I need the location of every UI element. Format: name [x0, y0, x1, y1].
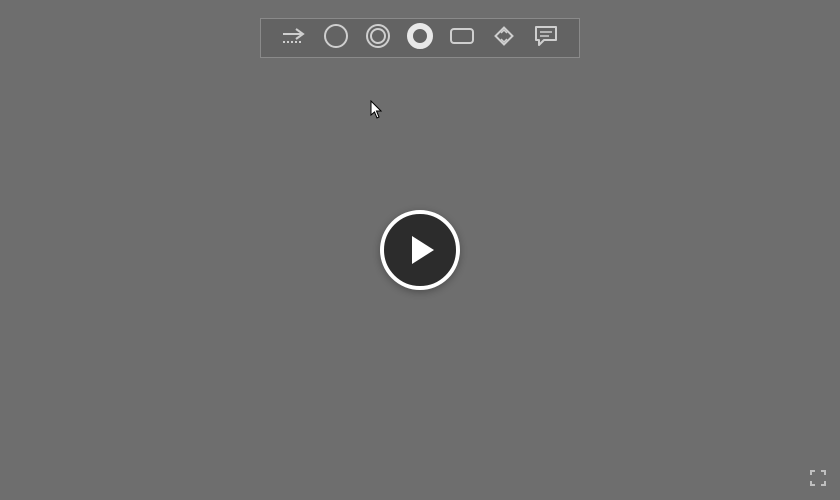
diamond-tool-button[interactable] [489, 23, 519, 53]
circle-thin-icon [322, 22, 350, 55]
circle-bold-tool-button[interactable] [405, 23, 435, 53]
rectangle-icon [448, 25, 476, 52]
circle-double-tool-button[interactable] [363, 23, 393, 53]
play-button[interactable] [380, 210, 460, 290]
fullscreen-icon [810, 470, 826, 491]
circle-double-icon [364, 22, 392, 55]
arrow-tool-button[interactable] [279, 23, 309, 53]
circle-thin-tool-button[interactable] [321, 23, 351, 53]
rectangle-tool-button[interactable] [447, 23, 477, 53]
play-icon [412, 236, 434, 264]
annotation-toolbar [260, 18, 580, 58]
mouse-cursor-icon [370, 100, 384, 125]
comment-tool-button[interactable] [531, 23, 561, 53]
arrow-icon [281, 27, 307, 50]
fullscreen-button[interactable] [808, 470, 828, 490]
diamond-swap-icon [490, 22, 518, 55]
circle-bold-icon [406, 22, 434, 55]
comment-icon [532, 23, 560, 54]
